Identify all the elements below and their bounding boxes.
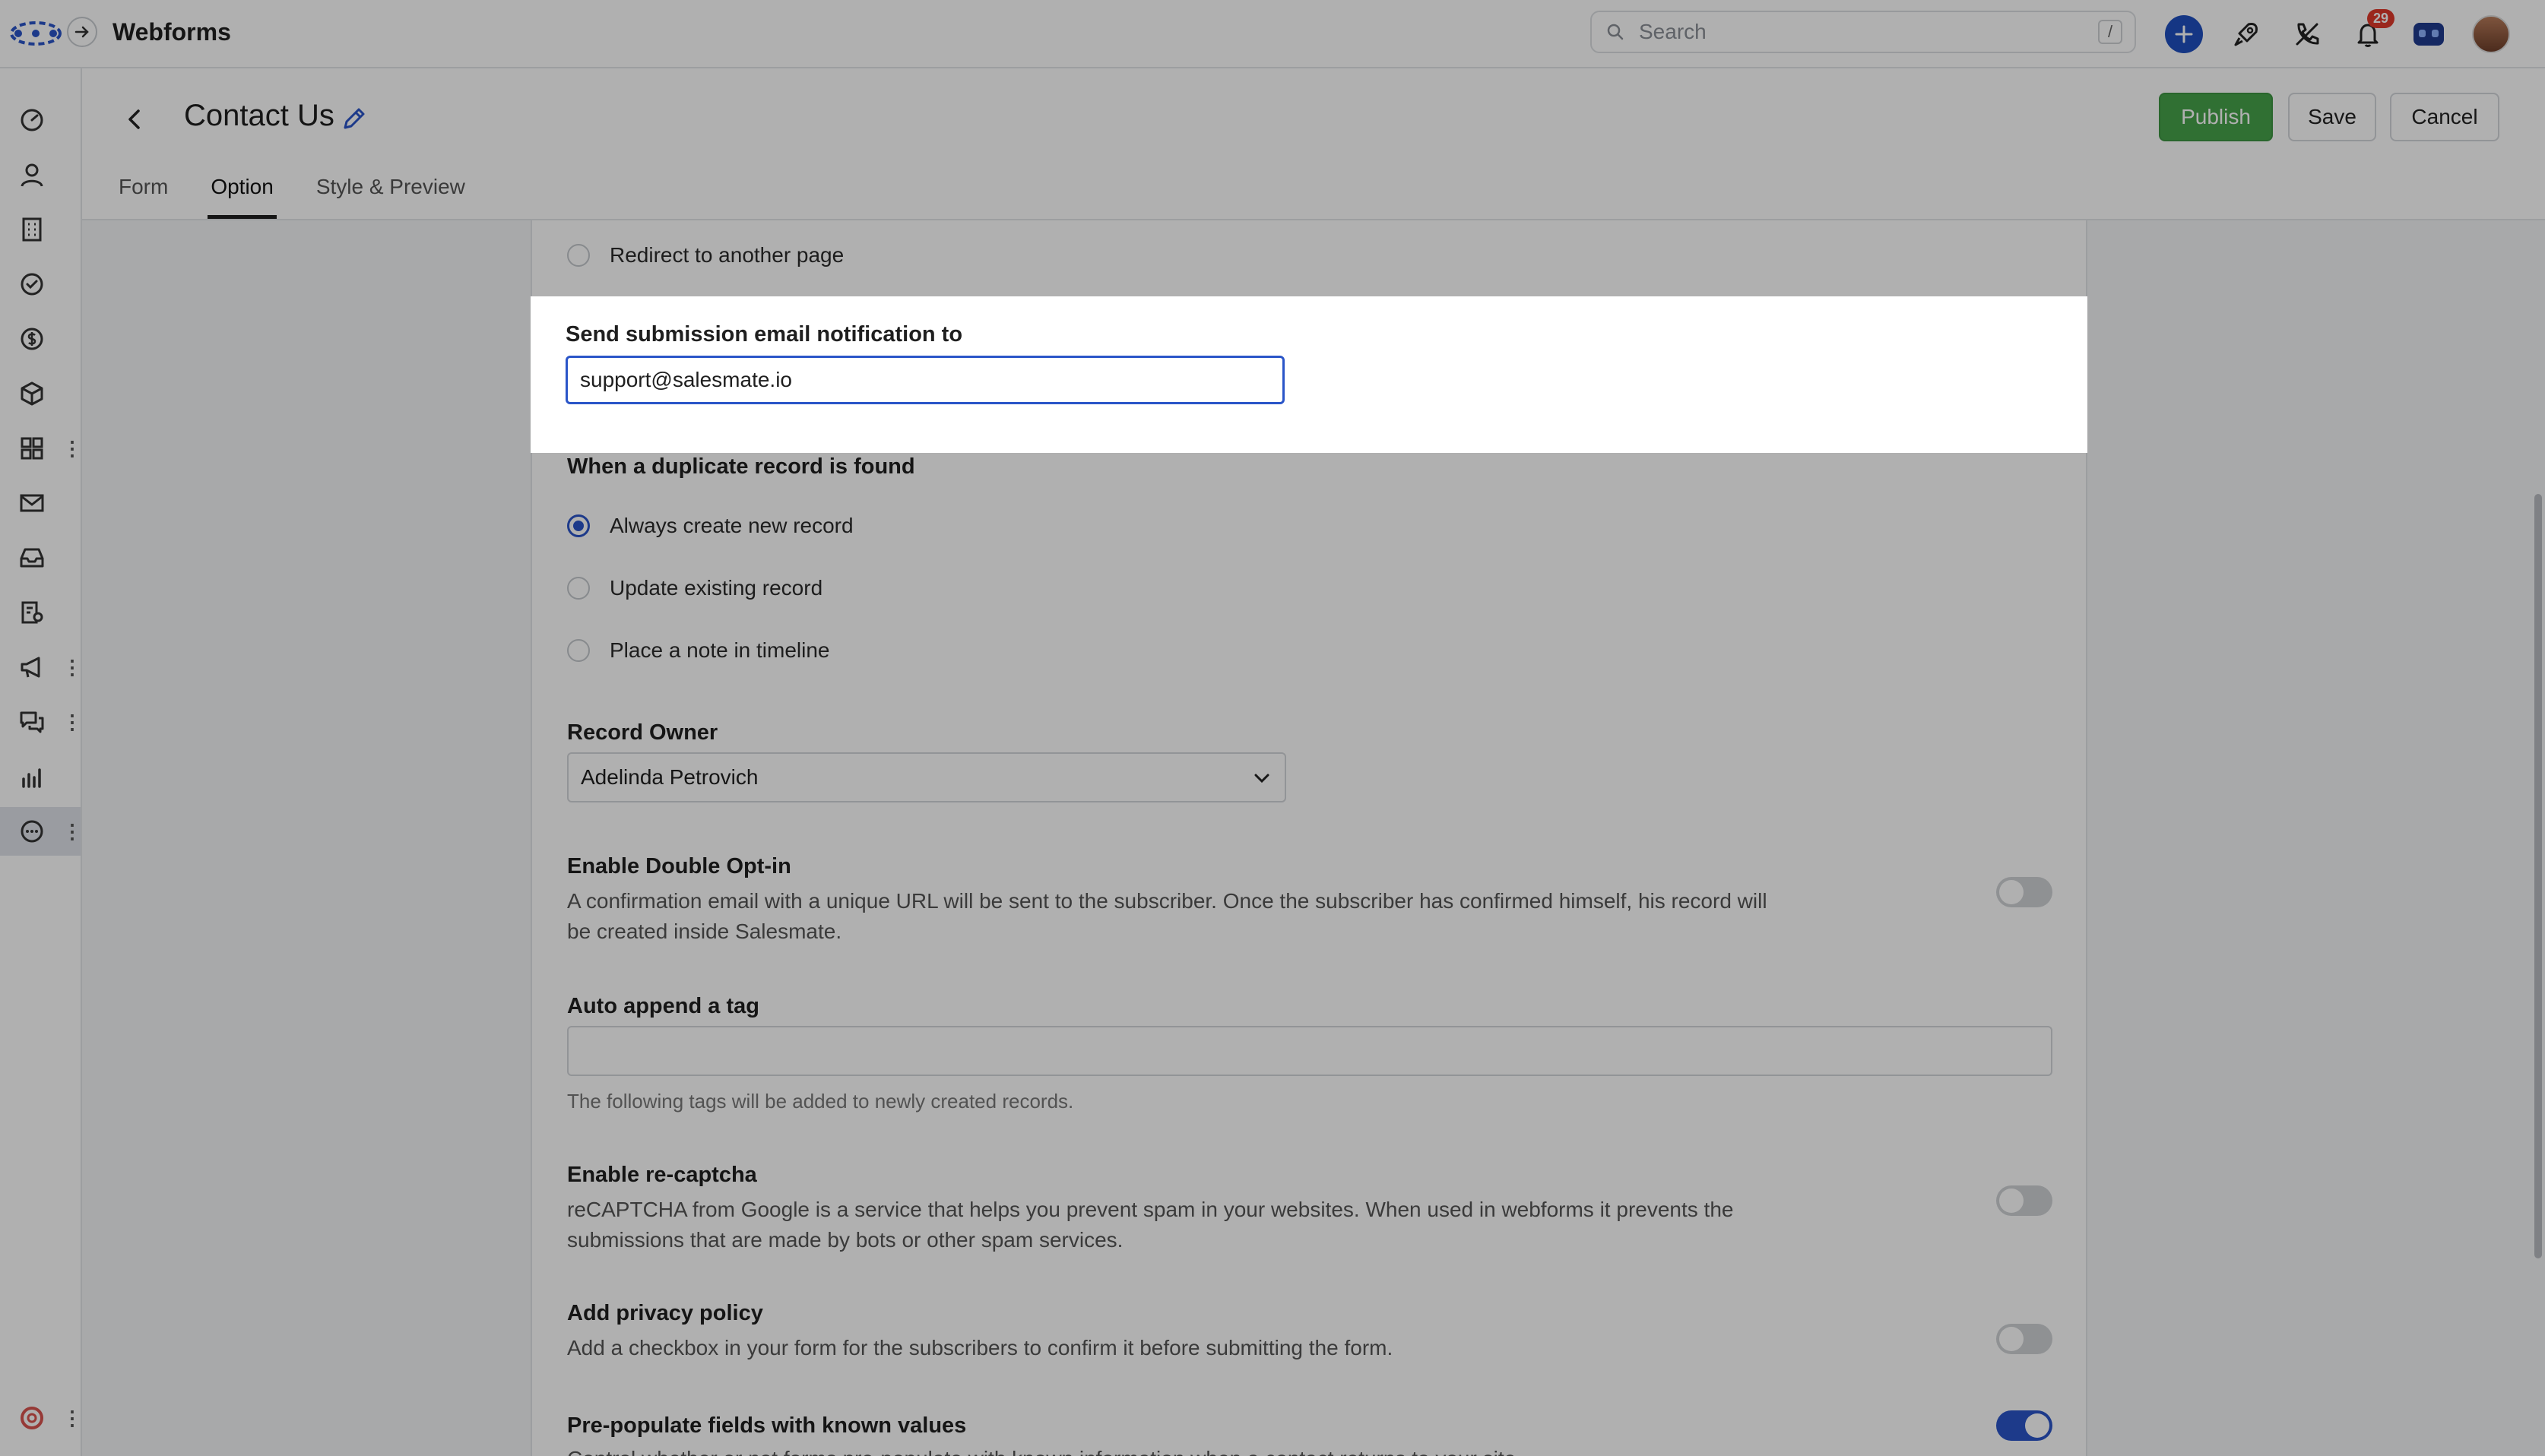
overlay-left <box>0 296 531 453</box>
overlay-right <box>2087 296 2545 453</box>
email-notification-input[interactable]: support@salesmate.io <box>566 356 1285 404</box>
overlay-top <box>0 0 2545 296</box>
email-notification-section: Send submission email notification to su… <box>531 296 2087 453</box>
overlay-bottom <box>0 453 2545 1456</box>
email-notification-value: support@salesmate.io <box>580 368 793 391</box>
email-notification-label: Send submission email notification to <box>566 322 963 347</box>
